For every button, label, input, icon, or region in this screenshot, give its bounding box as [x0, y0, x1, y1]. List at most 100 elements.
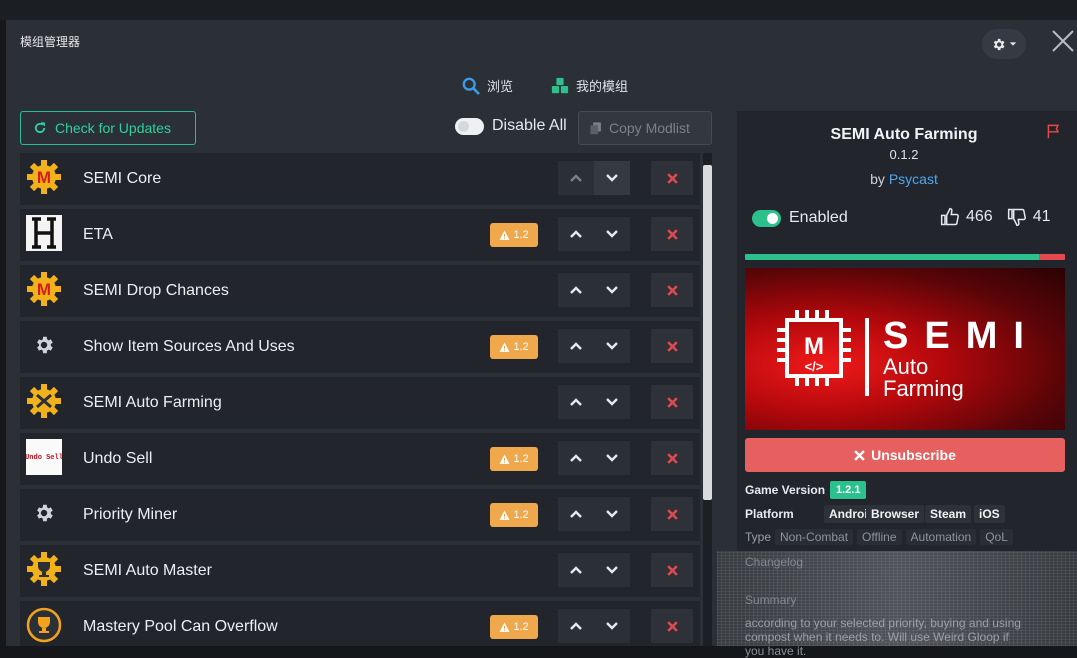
eta-h-icon	[26, 215, 62, 251]
remove-mod-button[interactable]	[651, 273, 693, 307]
move-down-button[interactable]	[594, 385, 630, 419]
move-up-button[interactable]	[558, 441, 594, 475]
mod-name: ETA	[83, 226, 113, 243]
mod-name: SEMI Auto Farming	[83, 394, 222, 411]
thumbs-down-icon[interactable]	[1007, 207, 1027, 227]
undo-sell-icon: Undo Sell	[26, 439, 62, 475]
chevron-down-icon	[606, 622, 618, 630]
remove-mod-button[interactable]	[651, 497, 693, 531]
move-up-button[interactable]	[558, 609, 594, 643]
tab-browse[interactable]: 浏览	[462, 76, 513, 95]
refresh-icon	[34, 122, 46, 134]
type-chip: QoL	[980, 529, 1013, 545]
svg-text:M: M	[804, 333, 824, 360]
author-link[interactable]: Psycast	[889, 171, 938, 187]
detail-version: 0.1.2	[889, 147, 919, 162]
platform-chip-ios: iOS	[974, 505, 1005, 523]
semi-farming-icon	[26, 383, 62, 419]
move-up-button[interactable]	[558, 329, 594, 363]
remove-mod-button[interactable]	[651, 161, 693, 195]
mod-row[interactable]: Mastery Pool Can Overflow 1.2	[20, 601, 700, 646]
remove-mod-button[interactable]	[651, 217, 693, 251]
mod-row[interactable]: Priority Miner 1.2	[20, 489, 700, 541]
chevron-up-icon	[570, 622, 582, 630]
disable-all-switch[interactable]	[455, 117, 484, 135]
move-down-button[interactable]	[594, 553, 630, 587]
settings-button[interactable]	[982, 29, 1026, 59]
svg-text:M: M	[37, 280, 51, 299]
mod-row[interactable]: ETA 1.2	[20, 209, 700, 261]
move-up-button[interactable]	[558, 553, 594, 587]
mod-row[interactable]: M SEMI Core	[20, 153, 700, 205]
move-up-button[interactable]	[558, 497, 594, 531]
chevron-down-icon	[606, 230, 618, 238]
cubes-icon	[551, 77, 569, 93]
move-down-button[interactable]	[594, 217, 630, 251]
remove-mod-button[interactable]	[651, 553, 693, 587]
move-up-button[interactable]	[558, 217, 594, 251]
enabled-toggle[interactable]: Enabled	[752, 209, 848, 227]
warning-icon	[499, 342, 510, 352]
remove-mod-button[interactable]	[651, 441, 693, 475]
version-warning-badge: 1.2	[490, 447, 538, 471]
semi-m-icon: M	[26, 159, 62, 195]
chevron-up-icon	[570, 566, 582, 574]
svg-text:M: M	[37, 168, 51, 187]
chevron-down-icon	[606, 510, 618, 518]
mod-row[interactable]: M SEMI Drop Chances	[20, 265, 700, 317]
close-icon	[666, 452, 678, 464]
mod-row[interactable]: SEMI Auto Master	[20, 545, 700, 597]
move-up-button[interactable]	[558, 385, 594, 419]
version-warning-badge: 1.2	[490, 503, 538, 527]
tab-my-mods[interactable]: 我的模组	[551, 76, 628, 95]
chevron-up-icon	[570, 230, 582, 238]
game-version-label: Game Version	[745, 483, 826, 497]
move-up-button[interactable]	[558, 161, 594, 195]
tab-browse-label: 浏览	[487, 79, 514, 94]
remove-mod-button[interactable]	[651, 609, 693, 643]
chevron-up-icon	[570, 286, 582, 294]
close-icon	[666, 508, 678, 520]
platform-chip-browser: Browser	[866, 505, 925, 523]
remove-mod-button[interactable]	[651, 385, 693, 419]
disable-all-label: Disable All	[492, 117, 567, 134]
unsubscribe-label: Unsubscribe	[871, 447, 956, 463]
scrollbar-thumb[interactable]	[703, 165, 712, 500]
warning-version: 1.2	[513, 229, 529, 241]
warning-version: 1.2	[513, 509, 529, 521]
move-down-button[interactable]	[594, 329, 630, 363]
unsubscribe-button[interactable]: Unsubscribe	[745, 438, 1065, 472]
close-icon	[666, 172, 678, 184]
report-flag-icon[interactable]	[1046, 123, 1062, 139]
move-up-button[interactable]	[558, 273, 594, 307]
reorder-controls	[558, 441, 630, 475]
semi-chip-logo: M </> SEMI Auto Farming	[777, 310, 1024, 401]
version-warning-badge: 1.2	[490, 615, 538, 639]
warning-icon	[499, 454, 510, 464]
move-down-button[interactable]	[594, 273, 630, 307]
disable-all-toggle[interactable]: Disable All	[455, 117, 567, 135]
move-down-button[interactable]	[594, 161, 630, 195]
mod-row[interactable]: Undo Sell Undo Sell 1.2	[20, 433, 700, 485]
copy-modlist-label: Copy Modlist	[609, 120, 690, 136]
dislikes-count: 41	[1032, 208, 1051, 225]
enabled-switch[interactable]	[752, 209, 781, 227]
copy-modlist-button[interactable]: Copy Modlist	[578, 111, 712, 145]
remove-mod-button[interactable]	[651, 329, 693, 363]
chevron-down-icon	[606, 566, 618, 574]
check-for-updates-button[interactable]: Check for Updates	[20, 111, 196, 145]
likes-count: 466	[966, 208, 993, 225]
check-for-updates-label: Check for Updates	[55, 120, 171, 136]
trophy-icon	[26, 607, 62, 643]
move-down-button[interactable]	[594, 441, 630, 475]
mod-row[interactable]: SEMI Auto Farming	[20, 377, 700, 429]
move-down-button[interactable]	[594, 497, 630, 531]
mod-row[interactable]: Show Item Sources And Uses 1.2	[20, 321, 700, 373]
reorder-controls	[558, 497, 630, 531]
move-down-button[interactable]	[594, 609, 630, 643]
thumbs-up-icon[interactable]	[940, 207, 960, 227]
summary-line: compost when it needs to. Will use Weird…	[745, 630, 1009, 644]
type-row: Type Non-Combat Offline Automation QoL	[745, 529, 1013, 545]
close-button[interactable]	[1048, 26, 1077, 56]
detail-title: SEMI Auto Farming	[830, 126, 978, 143]
